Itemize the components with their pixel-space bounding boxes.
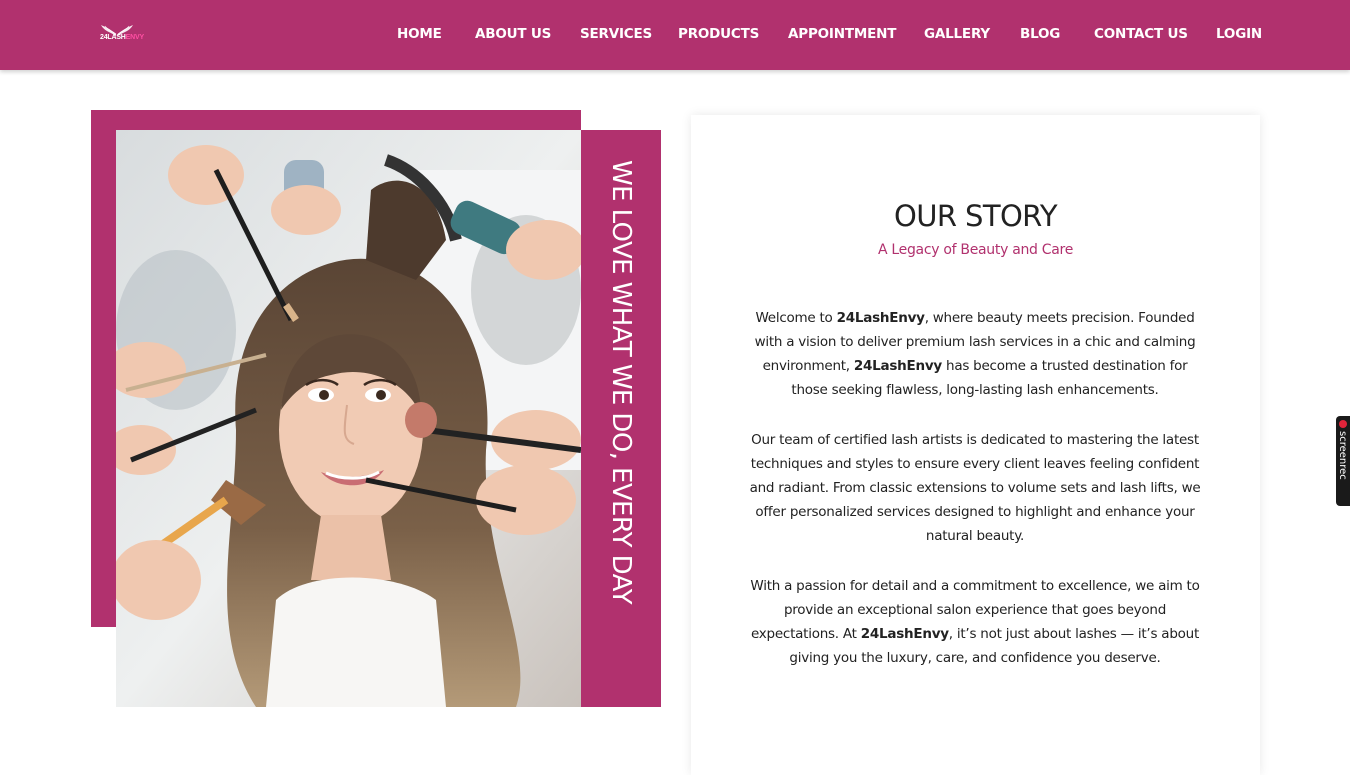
screenrec-widget[interactable]: screenrec — [1336, 416, 1350, 506]
hero-photo — [116, 130, 581, 707]
screenrec-label: screenrec — [1337, 431, 1348, 480]
story-paragraph-3: With a passion for detail and a commitme… — [750, 578, 1200, 666]
site-logo[interactable]: 24LASHENVY — [97, 22, 144, 48]
nav-login[interactable]: LOGIN — [1216, 26, 1262, 42]
nav-services[interactable]: SERVICES — [580, 26, 652, 42]
record-icon — [1339, 420, 1347, 428]
nav-contact-us[interactable]: CONTACT US — [1094, 26, 1188, 42]
our-story-card: OUR STORY A Legacy of Beauty and Care We… — [691, 115, 1260, 775]
brand-name: 24LashEnvy — [853, 358, 942, 374]
story-title: OUR STORY — [894, 199, 1058, 233]
nav-about-us[interactable]: ABOUT US — [475, 26, 551, 42]
story-subtitle: A Legacy of Beauty and Care — [877, 242, 1074, 258]
logo-wordmark: 24LASHENVY — [100, 34, 144, 41]
tagline-vertical: WE LOVE WHAT WE DO, EVERY DAY — [606, 160, 636, 605]
brand-name: 24LashEnvy — [860, 626, 949, 642]
woman-with-brushes-illustration — [116, 130, 581, 707]
nav-gallery[interactable]: GALLERY — [924, 26, 990, 42]
story-body: Welcome to 24LashEnvy, where beauty meet… — [749, 306, 1201, 696]
nav-products[interactable]: PRODUCTS — [678, 26, 759, 42]
nav-home[interactable]: HOME — [397, 26, 442, 42]
story-paragraph-1: Welcome to 24LashEnvy, where beauty meet… — [754, 310, 1196, 398]
nav-blog[interactable]: BLOG — [1020, 26, 1060, 42]
nav-appointment[interactable]: APPOINTMENT — [788, 26, 896, 42]
navbar: 24LASHENVY HOME ABOUT US SERVICES PRODUC… — [0, 0, 1350, 70]
story-paragraph-2: Our team of certified lash artists is de… — [749, 432, 1201, 544]
brand-name: 24LashEnvy — [836, 310, 925, 326]
